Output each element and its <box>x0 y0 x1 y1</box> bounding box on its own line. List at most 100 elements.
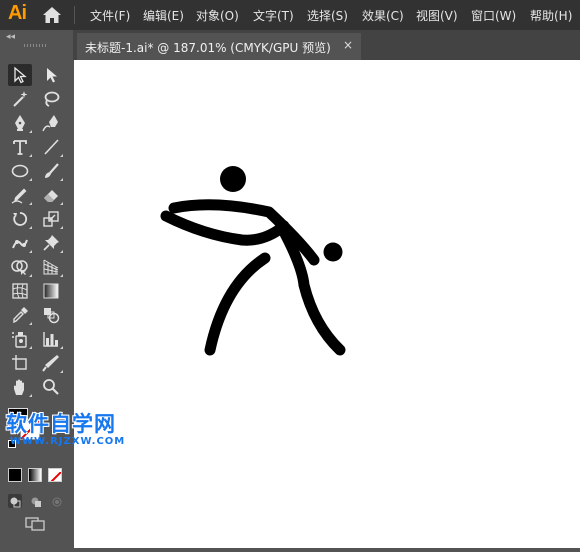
symbol-sprayer-tool[interactable] <box>8 328 32 350</box>
shape-builder-icon <box>11 260 28 275</box>
color-button[interactable] <box>8 468 22 482</box>
pen-tool[interactable] <box>8 112 32 134</box>
tool-group-indicator <box>60 202 63 205</box>
pin-tool[interactable] <box>39 232 63 254</box>
curvature-tool[interactable] <box>39 112 63 134</box>
menu-select[interactable]: 选择(S) <box>307 7 348 24</box>
draw-normal-icon[interactable] <box>8 494 22 508</box>
magic-wand-icon <box>13 91 28 107</box>
menu-divider <box>74 6 75 24</box>
direct-selection-tool[interactable] <box>39 64 63 86</box>
artboard-icon <box>12 355 27 370</box>
tool-group-indicator <box>29 322 32 325</box>
document-tab-title: 未标题-1.ai* @ 187.01% (CMYK/GPU 预览) <box>85 41 331 55</box>
tool-group-indicator <box>60 274 63 277</box>
gradient-tool[interactable] <box>39 280 63 302</box>
close-icon[interactable]: × <box>343 38 353 52</box>
menu-type[interactable]: 文字(T) <box>253 7 294 24</box>
rotate-tool[interactable] <box>8 208 32 230</box>
magic-wand-tool[interactable] <box>8 88 32 110</box>
pin-icon <box>43 235 59 251</box>
mesh-tool[interactable] <box>8 280 32 302</box>
shape-builder-tool[interactable] <box>8 256 32 278</box>
hand-tool[interactable] <box>8 376 32 398</box>
document-tab-bar: 未标题-1.ai* @ 187.01% (CMYK/GPU 预览) × <box>0 30 580 60</box>
tool-group-indicator <box>29 250 32 253</box>
tool-group-indicator <box>29 202 32 205</box>
watermark-title: 软件自学网 <box>6 412 116 436</box>
selection-tool[interactable] <box>8 64 32 86</box>
menu-window[interactable]: 窗口(W) <box>471 7 516 24</box>
home-icon[interactable] <box>42 6 62 24</box>
tool-group-indicator <box>29 154 32 157</box>
blend-icon <box>44 308 60 324</box>
tool-group-indicator <box>60 154 63 157</box>
slice-knife-icon <box>42 355 59 372</box>
tool-group-indicator <box>60 178 63 181</box>
head-shape <box>220 166 246 192</box>
gradient-button[interactable] <box>28 468 42 482</box>
blend-tool[interactable] <box>39 304 63 326</box>
draw-inside-icon[interactable] <box>50 494 64 508</box>
rotate-icon <box>13 212 28 226</box>
tool-group-indicator <box>29 130 32 133</box>
menu-edit[interactable]: 编辑(E) <box>143 7 184 24</box>
tool-group-indicator <box>29 226 32 229</box>
line-segment-icon <box>44 139 59 155</box>
app-logo: Ai <box>8 2 27 24</box>
document-tab[interactable]: 未标题-1.ai* @ 187.01% (CMYK/GPU 预览) × <box>77 33 361 60</box>
eraser-tool[interactable] <box>39 184 63 206</box>
tool-group-indicator <box>29 178 32 181</box>
none-button[interactable] <box>48 468 62 482</box>
menu-file[interactable]: 文件(F) <box>90 7 130 24</box>
zoom-tool[interactable] <box>39 376 63 398</box>
menu-view[interactable]: 视图(V) <box>416 7 458 24</box>
canvas-artboard[interactable] <box>74 60 580 548</box>
menu-help[interactable]: 帮助(H) <box>530 7 572 24</box>
tool-group-indicator <box>29 274 32 277</box>
puppet-warp-icon <box>12 239 28 249</box>
arm-lower-stroke <box>160 210 290 246</box>
line-segment-tool[interactable] <box>39 136 63 158</box>
artboard-tool[interactable] <box>8 352 32 374</box>
scale-tool[interactable] <box>39 208 63 230</box>
direct-selection-arrow-icon <box>47 68 57 83</box>
scale-icon <box>43 211 59 227</box>
type-tool[interactable] <box>8 136 32 158</box>
collapse-panel-icon[interactable]: ◂◂ <box>6 32 15 42</box>
shaper-pencil-icon <box>11 188 27 204</box>
ellipse-tool[interactable] <box>8 160 32 182</box>
tools-panel: ◂◂ <box>0 30 73 548</box>
watermark: 软件自学网 WWW.RJZXW.COM <box>6 408 166 453</box>
paintbrush-tool[interactable] <box>39 160 63 182</box>
magnifier-icon <box>43 379 59 395</box>
eraser-icon <box>44 190 58 202</box>
menu-bar: Ai 文件(F) 编辑(E) 对象(O) 文字(T) 选择(S) 效果(C) 视… <box>0 0 580 30</box>
eyedropper-icon <box>13 307 28 324</box>
draw-behind-icon[interactable] <box>29 494 43 508</box>
pen-icon <box>15 115 25 131</box>
slice-tool[interactable] <box>39 352 63 374</box>
puppet-warp-tool[interactable] <box>8 232 32 254</box>
watermark-url: WWW.RJZXW.COM <box>10 436 126 447</box>
shaper-tool[interactable] <box>8 184 32 206</box>
perspective-grid-tool[interactable] <box>39 256 63 278</box>
ellipse-icon <box>11 164 29 178</box>
leg-stroke <box>204 252 271 356</box>
curvature-pen-icon <box>42 115 58 132</box>
eyedropper-tool[interactable] <box>8 304 32 326</box>
panel-grip[interactable] <box>24 44 48 47</box>
tool-group-indicator <box>60 346 63 349</box>
column-graph-icon <box>43 332 58 347</box>
type-t-icon <box>13 140 27 155</box>
tool-group-indicator <box>60 226 63 229</box>
symbol-sprayer-icon <box>12 332 27 348</box>
artwork-pictogram[interactable] <box>74 60 580 548</box>
screen-mode-icon[interactable] <box>24 516 48 532</box>
tool-group-indicator <box>60 370 63 373</box>
menu-effect[interactable]: 效果(C) <box>362 7 404 24</box>
column-graph-tool[interactable] <box>39 328 63 350</box>
menu-object[interactable]: 对象(O) <box>196 7 239 24</box>
paintbrush-icon <box>45 163 59 178</box>
lasso-tool[interactable] <box>39 88 63 110</box>
